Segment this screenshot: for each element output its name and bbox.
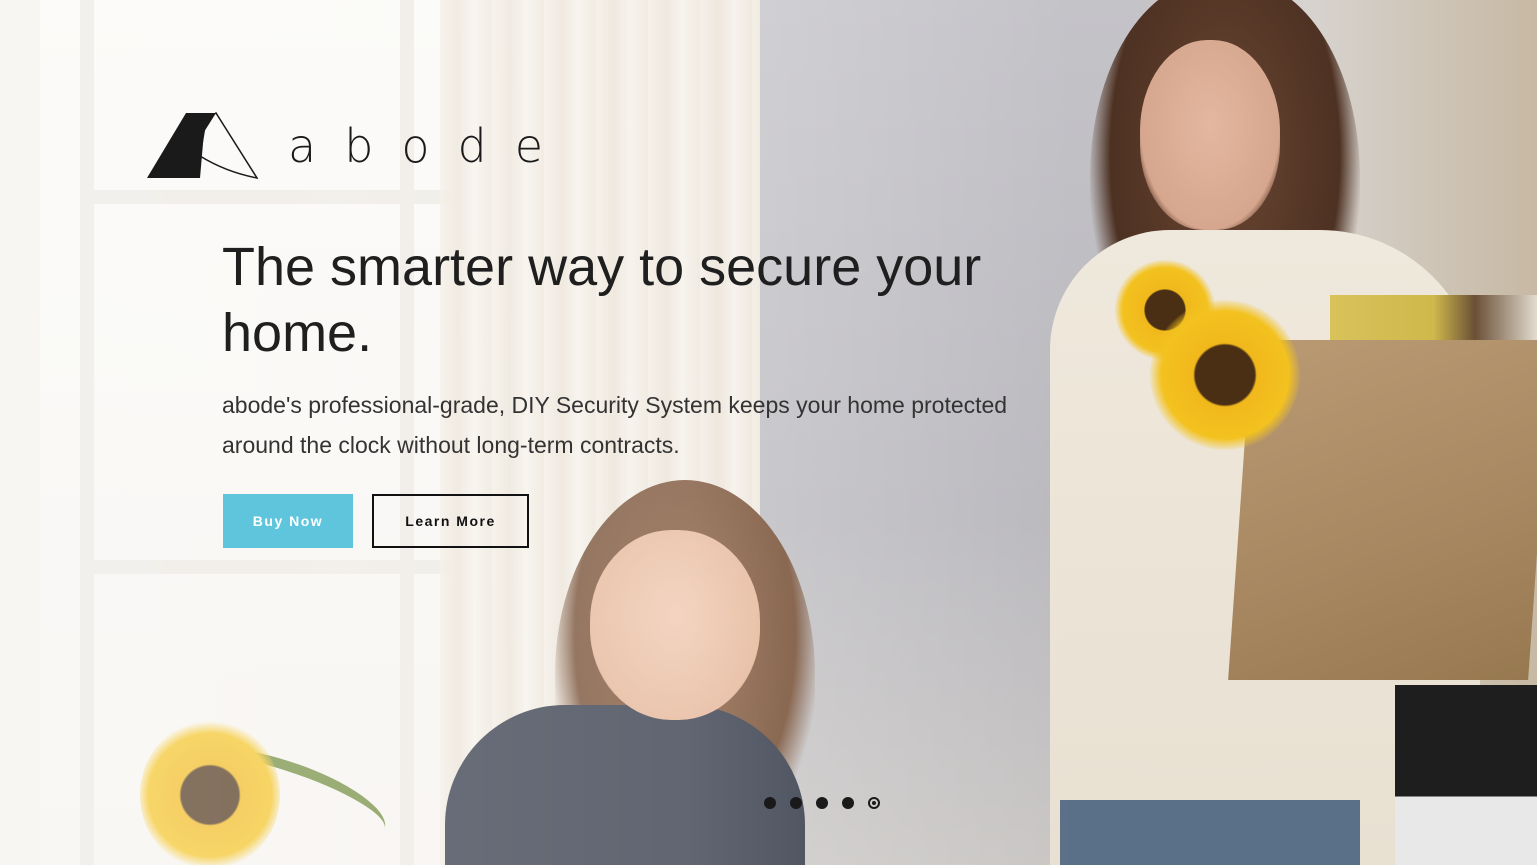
abode-logo-mark-icon — [147, 112, 258, 179]
hero-section: abode The smarter way to secure your hom… — [0, 0, 1537, 865]
carousel-pagination — [764, 797, 880, 809]
hero-subtext: abode's professional-grade, DIY Security… — [222, 392, 1008, 458]
carousel-dot-2[interactable] — [790, 797, 802, 809]
carousel-dot-1[interactable] — [764, 797, 776, 809]
learn-more-button[interactable]: Learn More — [372, 494, 529, 548]
buy-now-button[interactable]: Buy Now — [223, 494, 353, 548]
carousel-dot-5-active[interactable] — [868, 797, 880, 809]
carousel-dot-4[interactable] — [842, 797, 854, 809]
brand-logo[interactable]: abode — [146, 112, 571, 180]
brand-name: abode — [288, 119, 572, 173]
carousel-dot-3[interactable] — [816, 797, 828, 809]
hero-headline: The smarter way to secure your home. — [222, 237, 982, 363]
